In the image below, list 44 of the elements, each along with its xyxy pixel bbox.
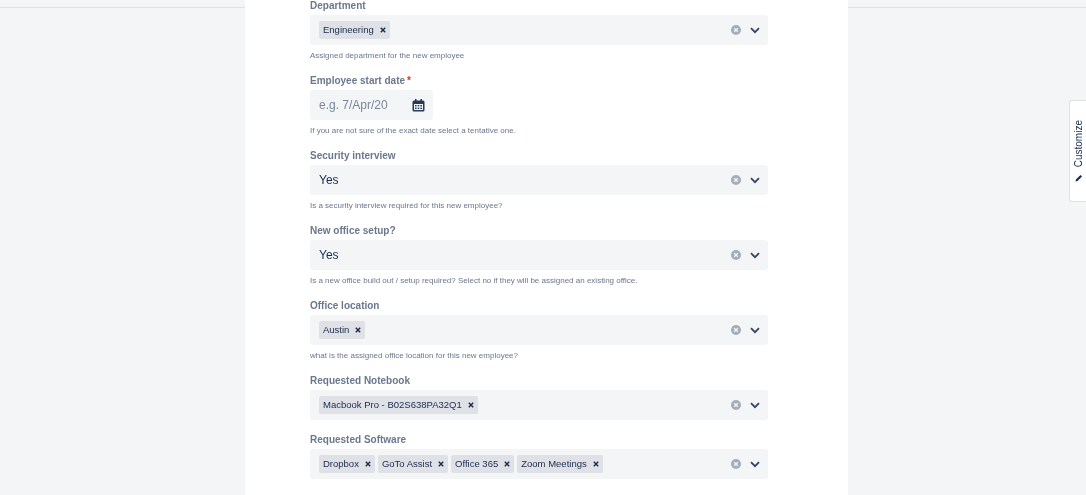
field-label: Department <box>310 0 367 12</box>
select-value: Yes <box>319 172 339 189</box>
remove-tag-icon[interactable] <box>355 327 362 333</box>
remove-tag-icon[interactable] <box>504 461 511 467</box>
help-text: Is a new office build out / setup required? Select no if they will be assigned an existing office. <box>310 276 639 286</box>
remove-tag-icon[interactable] <box>438 461 445 467</box>
chevron-down-icon[interactable] <box>750 460 760 468</box>
remove-tag-icon[interactable] <box>364 461 371 467</box>
select-field[interactable]: Yes <box>310 165 768 195</box>
calendar-icon[interactable] <box>412 98 425 112</box>
field-label: Employee start date * <box>310 75 412 87</box>
field-label: New office setup? <box>310 225 397 237</box>
multi-select-field[interactable]: Dropbox GoTo Assist Office 365 Zoom Meetings <box>310 449 768 479</box>
chevron-down-icon[interactable] <box>750 326 760 334</box>
field-label: Requested Software <box>310 434 408 446</box>
multi-select-field[interactable]: Engineering <box>310 15 768 45</box>
field-label: Office location <box>310 300 381 312</box>
multi-select-field[interactable]: Austin <box>310 315 768 345</box>
field-label: Security interview <box>310 150 397 162</box>
tag: Dropbox <box>319 454 375 474</box>
pencil-icon <box>1074 173 1083 182</box>
remove-tag-icon[interactable] <box>592 461 599 467</box>
tag: Zoom Meetings <box>517 454 603 474</box>
tag: Austin <box>319 320 366 340</box>
chevron-down-icon[interactable] <box>750 401 760 409</box>
select-value: Yes <box>319 247 339 264</box>
tag: Macbook Pro - B02S638PA32Q1 <box>319 395 478 415</box>
help-text: If you are not sure of the exact date select a tentative one. <box>310 126 517 136</box>
tag: Engineering <box>319 20 390 40</box>
customize-tab[interactable]: Customize <box>1069 100 1086 202</box>
chevron-down-icon[interactable] <box>750 26 760 34</box>
multi-select-field[interactable]: Macbook Pro - B02S638PA32Q1 <box>310 390 768 420</box>
remove-tag-icon[interactable] <box>379 27 386 33</box>
remove-tag-icon[interactable] <box>467 402 474 408</box>
field-label: Requested Notebook <box>310 375 411 387</box>
tag: GoTo Assist <box>377 454 449 474</box>
chevron-down-icon[interactable] <box>750 176 760 184</box>
chevron-down-icon[interactable] <box>750 251 760 259</box>
tag: Office 365 <box>451 454 515 474</box>
help-text: Is a security interview required for this new employee? <box>310 201 504 211</box>
select-field[interactable]: Yes <box>310 240 768 270</box>
help-text: Assigned department for the new employee <box>310 51 466 61</box>
help-text: what is the assigned office location for this new employee? <box>310 351 519 361</box>
date-field[interactable]: e.g. 7/Apr/20 <box>310 90 433 120</box>
